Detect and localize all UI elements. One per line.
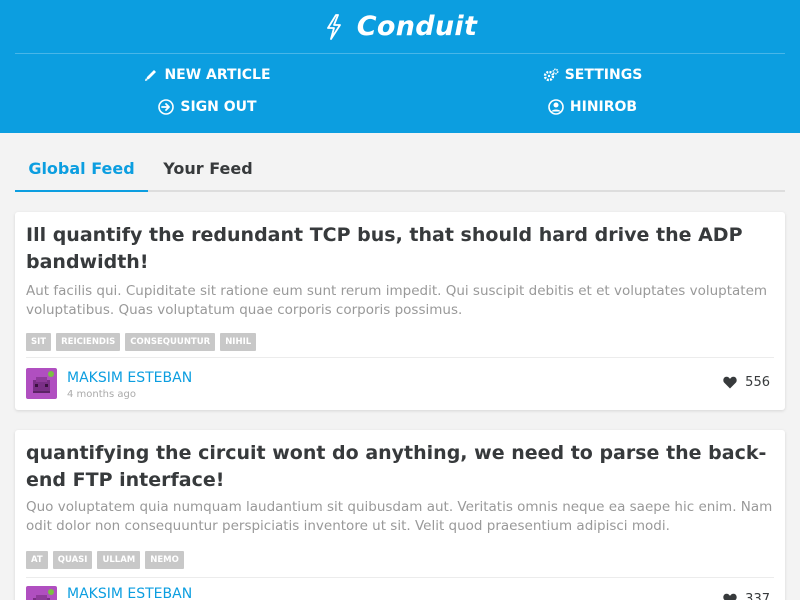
avatar-image (26, 368, 57, 399)
brand[interactable]: Conduit (0, 0, 800, 53)
avatar[interactable] (26, 586, 57, 600)
tab-global-feed[interactable]: Global Feed (15, 150, 148, 192)
favorite-count: 337 (745, 592, 770, 600)
profile-link[interactable]: HINIROB (400, 95, 785, 119)
settings-label: SETTINGS (564, 67, 643, 83)
author-name[interactable]: MAKSIM ESTEBAN (67, 370, 192, 386)
tag-list: AT QUASI ULLAM NEMO (26, 551, 184, 569)
sign-out-link[interactable]: SIGN OUT (15, 95, 400, 119)
tag[interactable]: CONSEQUUNTUR (125, 333, 216, 351)
heart-icon (723, 593, 737, 600)
sign-out-label: SIGN OUT (180, 99, 257, 115)
article-card: quantifying the circuit wont do anything… (15, 430, 785, 600)
app-header: Conduit NEW ARTICLE SETTINGS SIGN OUT HI… (0, 0, 800, 133)
header-divider (15, 53, 785, 54)
heart-icon (723, 376, 737, 389)
pencil-icon (145, 70, 157, 81)
gear-icon (543, 68, 559, 82)
article-description: Aut facilis qui. Cupiditate sit ratione … (26, 283, 768, 318)
settings-link[interactable]: SETTINGS (400, 63, 785, 87)
brand-name: Conduit (356, 11, 478, 42)
tag[interactable]: REICIENDIS (56, 333, 121, 351)
favorite-count: 556 (745, 375, 770, 390)
new-article-label: NEW ARTICLE (164, 67, 271, 83)
article-card: Ill quantify the redundant TCP bus, that… (15, 212, 785, 410)
favorite-button[interactable]: 337 (723, 592, 770, 600)
article-date: 4 months ago (67, 389, 136, 400)
lightning-bolt-icon (326, 13, 341, 40)
profile-label: HINIROB (569, 99, 638, 115)
tag-list: SIT REICIENDIS CONSEQUUNTUR NIHIL (26, 333, 257, 351)
new-article-link[interactable]: NEW ARTICLE (15, 63, 400, 87)
card-divider (26, 357, 774, 358)
article-title[interactable]: Ill quantify the redundant TCP bus, that… (26, 222, 771, 276)
article-description: Quo voluptatem quia numquam laudantium s… (26, 499, 773, 534)
sign-out-icon (158, 99, 175, 115)
tag[interactable]: NIHIL (220, 333, 257, 351)
user-circle-icon (548, 99, 564, 115)
favorite-button[interactable]: 556 (723, 375, 770, 390)
avatar[interactable] (26, 368, 57, 399)
article-title[interactable]: quantifying the circuit wont do anything… (26, 440, 771, 494)
tag[interactable]: AT (26, 551, 48, 569)
feed-tabs: Global Feed Your Feed (15, 150, 785, 192)
tag[interactable]: QUASI (52, 551, 93, 569)
tab-your-feed[interactable]: Your Feed (148, 150, 268, 192)
tag[interactable]: SIT (26, 333, 52, 351)
card-divider (26, 577, 774, 578)
tag[interactable]: ULLAM (97, 551, 141, 569)
tag[interactable]: NEMO (145, 551, 184, 569)
avatar-image (26, 586, 57, 600)
author-name[interactable]: MAKSIM ESTEBAN (67, 586, 192, 600)
